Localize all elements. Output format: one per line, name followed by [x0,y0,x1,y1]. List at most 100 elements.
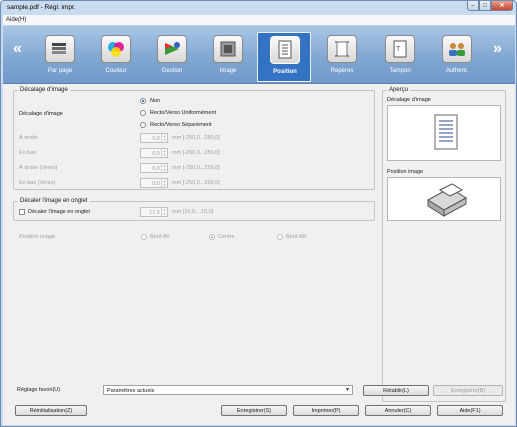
range-hint: mm [-250,0...250,0] [172,165,220,171]
scroll-right-icon[interactable]: » [493,40,502,58]
print-button[interactable]: Imprimer(P) [293,405,359,416]
page-preview-icon [434,114,458,150]
spin-arrows-icon[interactable]: ▲ ▼ [161,179,167,187]
chevron-down-icon[interactable]: ▼ [345,387,350,393]
title-bar: sample.pdf - Régl. impr. – □ ✕ [2,1,515,14]
option-label: Bord AR [286,234,307,240]
spin-arrows-icon[interactable]: ▲ ▼ [161,164,167,172]
field-label-down-back: En bas (Verso) [19,180,56,186]
field-label-down: En bas [19,150,37,156]
preview-position-title: Position image [387,169,424,175]
color-icon [101,35,131,63]
save-favorite-button[interactable]: Enregistrer(B) [433,385,503,396]
help-button[interactable]: Aide(F1) [437,405,503,416]
reset-button[interactable]: Réinitialisation(Z) [15,405,87,416]
tab-shift-checkbox[interactable] [19,209,25,215]
tab-label: Par page [47,68,73,74]
window-title: sample.pdf - Régl. impr. [7,4,76,11]
favorites-label: Réglage favori(U) [17,387,61,393]
menu-bar: Aide(H) [3,15,515,26]
shift-label: Décalage d'image [19,111,63,117]
shift-preview [387,105,501,161]
save-button[interactable]: Enregistrer(S) [221,405,287,416]
spin-arrows-icon[interactable]: ▲ ▼ [161,149,167,157]
shift-option-none[interactable] [140,98,146,104]
shift-option-uniform[interactable] [140,110,146,116]
users-icon [442,35,472,63]
tab-label: Position [273,69,297,75]
scroll-left-icon[interactable]: « [13,40,22,58]
group-title: Décaler l'image en onglet [18,198,90,204]
tab-label: Tampon [389,68,411,74]
stamp-icon: T [385,35,415,63]
down-back-spinbox[interactable]: 0,0 ▲ ▼ [140,178,168,188]
color-management-icon [157,35,187,63]
cancel-button[interactable]: Annuler(C) [365,405,431,416]
crop-marks-icon [327,35,357,63]
image-quality-icon [213,35,243,63]
option-label: Bord AV [150,234,170,240]
range-hint: mm [-250,0...250,0] [172,150,220,156]
window-controls: – □ ✕ [467,1,513,11]
shift-option-separate[interactable] [140,122,146,128]
spin-value: 0,0 [152,151,160,157]
minimize-button[interactable]: – [467,1,479,11]
tab-image[interactable]: Image [201,32,255,82]
favorites-value: Paramètres actuels [107,388,155,394]
option-label: Recto/Verso Uniformément [150,110,217,116]
menu-help[interactable]: Aide(H) [6,17,26,23]
page-layout-icon [45,35,75,63]
print-settings-window: sample.pdf - Régl. impr. – □ ✕ Aide(H) «… [0,0,517,427]
tab-label: Image [219,68,237,74]
range-hint: mm [-250,0...250,0] [172,135,220,141]
favorites-select[interactable]: Paramètres actuels ▼ [103,385,353,395]
down-spinbox[interactable]: 0,0 ▲ ▼ [140,148,168,158]
option-label: Recto/Verso Séparément [150,122,212,128]
dialog-body: « Par page Couleur Gestion Image Positio… [3,26,515,425]
maximize-button[interactable]: □ [479,1,491,11]
right-back-spinbox[interactable]: 0,0 ▲ ▼ [140,163,168,173]
tab-label: Couleur [105,68,127,74]
spin-arrows-icon[interactable]: ▲ ▼ [161,134,167,142]
printer-preview-icon [427,183,467,217]
spin-value: 0,0 [152,181,160,187]
spin-value: 0,0 [152,136,160,142]
range-hint: mm [10,0....15,0] [172,209,214,215]
spin-arrows-icon[interactable]: ▲ ▼ [161,208,167,216]
position-icon [270,36,300,64]
preview-shift-title: Décalage d'image [387,97,431,103]
spin-value: 12,5 [149,210,160,216]
category-toolbar: « Par page Couleur Gestion Image Positio… [3,26,515,84]
tab-position[interactable]: Position [257,32,311,82]
preview-panel: Aperçu Décalage d'image Position image [382,87,506,402]
position-option-front[interactable] [141,234,147,240]
tab-gestion[interactable]: Gestion [145,32,199,82]
image-position-label: Position image [19,234,56,240]
group-title: Décalage d'image [18,87,70,93]
tab-label: Gestion [161,68,183,74]
tab-tampon[interactable]: T Tampon [373,32,427,82]
right-spinbox[interactable]: 0,0 ▲ ▼ [140,133,168,143]
tab-couleur[interactable]: Couleur [89,32,143,82]
tab-label: Repères [330,68,354,74]
field-label-right: À droite [19,135,38,141]
tab-reperes[interactable]: Repères [315,32,369,82]
tab-par-page[interactable]: Par page [33,32,87,82]
position-option-back[interactable] [277,234,283,240]
option-label: Non [150,98,161,104]
tab-authent[interactable]: Authent. [430,32,484,82]
range-hint: mm [-250,0...250,0] [172,180,220,186]
tab-shift-group: Décaler l'image en onglet Décaler l'imag… [13,198,375,221]
spin-value: 0,0 [152,166,160,172]
restore-button[interactable]: Rétablir(L) [363,385,429,396]
position-option-center[interactable] [209,234,215,240]
tab-shift-spinbox[interactable]: 12,5 ▲ ▼ [140,207,168,217]
option-label: Centre [218,234,235,240]
image-shift-group: Décalage d'image Décalage d'image Non Re… [13,87,375,190]
group-title: Aperçu [387,87,411,93]
checkbox-label: Décaler l'image en onglet [28,209,90,215]
close-button[interactable]: ✕ [491,1,513,11]
position-preview [387,177,501,221]
tab-label: Authent. [445,68,469,74]
svg-text:T: T [396,46,401,53]
